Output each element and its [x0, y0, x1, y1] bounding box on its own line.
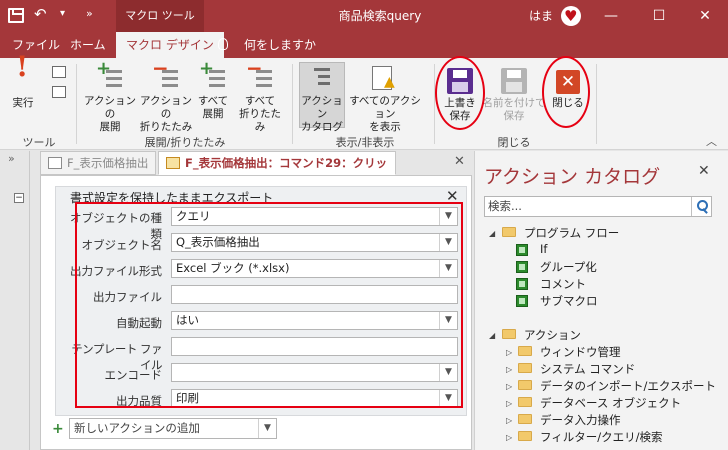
- collapsed-triangle-icon[interactable]: ▷: [506, 433, 512, 442]
- run-icon: [10, 60, 36, 94]
- tree-item-submacro[interactable]: サブマクロ: [540, 293, 598, 309]
- title-bar: ↶ ▾ » マクロ ツール 商品検索query はま — ☐ ✕: [0, 0, 728, 32]
- save-as-button: 名前を付けて 保存: [482, 68, 546, 123]
- tree-item-filter-query-search[interactable]: フィルター/クエリ/検索: [540, 429, 663, 445]
- tree-item-group[interactable]: グループ化: [540, 259, 597, 275]
- collapse-actions-button[interactable]: − アクションの 折りたたみ: [138, 58, 194, 134]
- tree-item-if[interactable]: If: [540, 242, 547, 256]
- save-as-disk-icon: [501, 68, 527, 94]
- collapse-all-icon: −: [246, 58, 274, 92]
- folder-icon: [502, 227, 516, 237]
- folder-icon: [518, 414, 532, 424]
- tell-me-box[interactable]: 何をしますか: [244, 32, 316, 58]
- quick-access-more-icon[interactable]: »: [86, 7, 93, 20]
- collapse-all-button[interactable]: − すべて 折りたたみ: [234, 58, 286, 134]
- convert-macro-icon[interactable]: [52, 86, 66, 98]
- separator: [596, 64, 597, 144]
- separator: [434, 64, 435, 144]
- add-action-icon: +: [52, 421, 64, 437]
- ribbon: 実行 ツール + アクションの 展開 − アクションの 折りたたみ + すべて …: [0, 56, 728, 150]
- avatar[interactable]: [561, 6, 581, 26]
- collapsed-triangle-icon[interactable]: ▷: [506, 382, 512, 391]
- lightbulb-icon: [218, 38, 228, 50]
- search-icon[interactable]: [691, 197, 711, 216]
- tab-macro-design[interactable]: マクロ デザイン: [116, 32, 224, 58]
- tree-item-data-entry[interactable]: データ入力操作: [540, 412, 621, 428]
- minimize-button[interactable]: —: [588, 0, 634, 32]
- group-label-show-hide: 表示/非表示: [335, 136, 395, 149]
- collapsed-triangle-icon[interactable]: ▷: [506, 348, 512, 357]
- catalog-title: アクション カタログ: [484, 166, 661, 188]
- expanded-triangle-icon[interactable]: ◢: [489, 331, 495, 340]
- tree-item-window-management[interactable]: ウィンドウ管理: [540, 344, 621, 360]
- separator: [292, 64, 293, 144]
- chevron-down-icon[interactable]: ▼: [258, 419, 276, 438]
- action-icon: [516, 244, 528, 256]
- macro-tools-context-tab: マクロ ツール: [116, 0, 204, 32]
- expand-all-button[interactable]: + すべて 展開: [194, 60, 232, 121]
- folder-icon: [518, 397, 532, 407]
- close-catalog-icon[interactable]: ✕: [698, 163, 710, 179]
- expand-all-icon: +: [199, 60, 227, 92]
- expanded-triangle-icon[interactable]: ◢: [489, 229, 495, 238]
- tab-macro-document[interactable]: F_表示価格抽出：コマンド29：クリック時: [158, 151, 396, 192]
- action-catalog-icon: [310, 66, 334, 92]
- tree-item-import-export[interactable]: データのインポート/エクスポート: [540, 378, 716, 394]
- annotation-box-params: [75, 202, 463, 408]
- action-icon: [516, 261, 528, 273]
- folder-icon: [502, 329, 516, 339]
- tree-item-database-objects[interactable]: データベース オブジェクト: [540, 395, 681, 411]
- run-button[interactable]: 実行: [8, 60, 38, 110]
- tree-item-comment[interactable]: コメント: [540, 276, 586, 292]
- add-new-action-select[interactable]: 新しいアクションの追加 ▼: [69, 418, 277, 439]
- collapse-actions-icon: −: [152, 58, 180, 92]
- expand-navigation-icon[interactable]: »: [8, 152, 15, 165]
- tree-item-system-commands[interactable]: システム コマンド: [540, 361, 635, 377]
- group-label-tools: ツール: [22, 136, 56, 149]
- group-label-close: 閉じる: [497, 136, 531, 149]
- collapsed-triangle-icon[interactable]: ▷: [506, 399, 512, 408]
- folder-icon: [518, 431, 532, 441]
- action-catalog-button[interactable]: アクション カタログ: [300, 66, 344, 134]
- form-icon: [48, 157, 62, 169]
- tab-home[interactable]: ホーム: [70, 32, 106, 58]
- user-name[interactable]: はま: [529, 0, 553, 32]
- ribbon-tabs: ファイル ホーム マクロ デザイン 何をしますか: [0, 32, 728, 58]
- close-document-icon[interactable]: ✕: [454, 154, 465, 169]
- annotation-circle-save: [435, 56, 485, 130]
- tree-node-actions[interactable]: アクション: [524, 327, 581, 343]
- undo-dropdown-icon[interactable]: ▾: [60, 8, 65, 19]
- save-icon[interactable]: [8, 8, 24, 23]
- folder-icon: [518, 363, 532, 373]
- annotation-circle-close: [542, 56, 590, 128]
- folder-icon: [518, 380, 532, 390]
- collapsed-triangle-icon[interactable]: ▷: [506, 416, 512, 425]
- separator: [76, 64, 77, 144]
- single-step-icon[interactable]: [52, 66, 66, 78]
- collapse-action-icon[interactable]: −: [14, 193, 24, 203]
- macro-icon: [166, 157, 180, 169]
- tab-form-document[interactable]: F_表示価格抽出: [40, 151, 156, 175]
- collapsed-triangle-icon[interactable]: ▷: [506, 365, 512, 374]
- maximize-button[interactable]: ☐: [636, 0, 682, 32]
- show-all-actions-button[interactable]: ▲ すべてのアクション を表示: [344, 66, 426, 134]
- folder-icon: [518, 346, 532, 356]
- show-all-actions-icon: ▲: [372, 66, 398, 92]
- expand-actions-icon: +: [96, 60, 124, 92]
- collapse-ribbon-icon[interactable]: ︿: [706, 133, 717, 149]
- expand-actions-button[interactable]: + アクションの 展開: [82, 60, 138, 134]
- group-label-expand-collapse: 展開/折りたたみ: [144, 136, 226, 149]
- close-window-button[interactable]: ✕: [682, 0, 728, 32]
- action-icon: [516, 295, 528, 307]
- tree-node-program-flow[interactable]: プログラム フロー: [524, 225, 619, 241]
- action-icon: [516, 278, 528, 290]
- window-title: 商品検索query: [338, 9, 422, 23]
- undo-icon[interactable]: ↶: [34, 5, 47, 23]
- catalog-search-input[interactable]: 検索...: [484, 196, 712, 217]
